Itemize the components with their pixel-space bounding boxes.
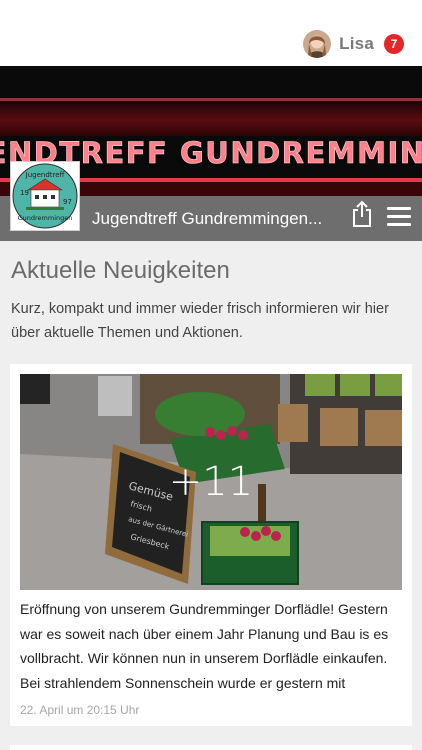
notification-badge[interactable]: 7 (384, 34, 404, 54)
user-menu[interactable]: Lisa 7 (303, 29, 404, 59)
news-card[interactable]: Gemüse frisch aus der Gärtnerei Griesbec… (10, 364, 412, 726)
svg-text:97: 97 (63, 198, 72, 206)
more-photos-count[interactable]: +11 (20, 374, 402, 590)
hamburger-icon (387, 207, 411, 210)
post-date: 22. April um 20:15 Uhr (20, 703, 140, 717)
section-intro: Kurz, kompakt und immer wieder frisch in… (11, 301, 389, 341)
share-button[interactable] (350, 200, 374, 228)
club-logo[interactable]: Jugendtreff 19 97 Gundremmingen (10, 161, 80, 231)
svg-text:Gundremmingen: Gundremmingen (18, 214, 73, 222)
next-news-card[interactable] (10, 745, 412, 750)
menu-button[interactable] (387, 207, 411, 227)
user-name[interactable]: Lisa (339, 34, 374, 54)
section-title: Aktuelle Neuigkeiten (11, 257, 230, 284)
svg-text:19: 19 (20, 189, 29, 197)
club-name[interactable]: Jugendtreff Gundremmingen... (92, 209, 342, 229)
post-photo[interactable]: Gemüse frisch aus der Gärtnerei Griesbec… (20, 374, 402, 590)
top-bar: Lisa 7 (0, 0, 422, 66)
share-icon (353, 200, 371, 227)
post-text: Eröffnung von unserem Gundremminger Dorf… (20, 601, 389, 691)
svg-text:Jugendtreff: Jugendtreff (25, 171, 65, 179)
avatar[interactable] (303, 30, 332, 58)
